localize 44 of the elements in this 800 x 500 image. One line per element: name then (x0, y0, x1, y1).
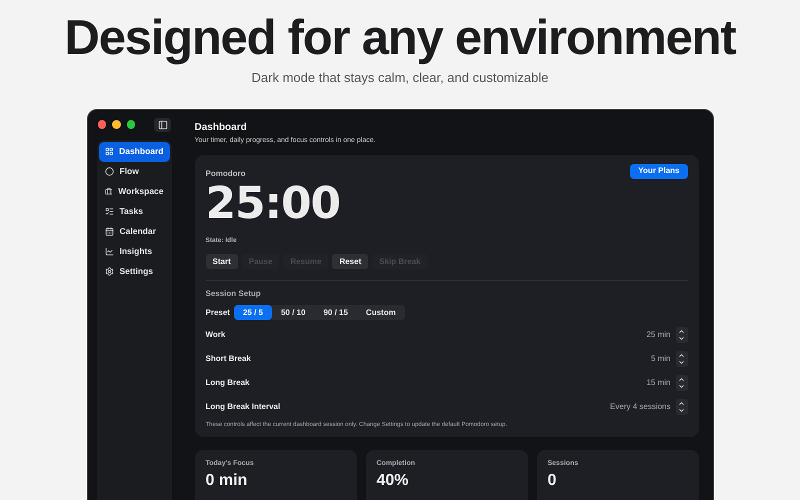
calendar-icon (104, 227, 114, 236)
preset-option[interactable]: Custom (356, 305, 405, 320)
setting-value: 25 min (646, 329, 670, 342)
sidebar-item[interactable]: Tasks (98, 202, 170, 222)
setting-value: 5 min (650, 353, 670, 366)
setting-label: Long Break (206, 377, 250, 390)
stepper-icon[interactable] (676, 375, 688, 392)
stat-value: 40% (376, 472, 410, 490)
section-title: Session Setup (206, 288, 262, 300)
stat-value: 0 min (206, 472, 248, 490)
setting-label: Work (206, 329, 226, 342)
setting-label: Short Break (206, 353, 251, 366)
setting-label: Long Break Interval (206, 401, 280, 414)
timer-display: 25:00 (206, 182, 342, 226)
stepper-icon[interactable] (676, 327, 688, 344)
setting-value: Every 4 sessions (610, 401, 670, 414)
sidebar-item[interactable]: Insights (98, 242, 170, 262)
line-chart-icon (104, 247, 114, 256)
timer-action-button[interactable]: Reset (332, 254, 368, 270)
timer-action-button[interactable]: Start (206, 254, 238, 270)
sidebar-item[interactable]: Flow (98, 162, 170, 182)
preset-option[interactable]: 50 / 10 (272, 305, 314, 320)
preset-option[interactable]: 25 / 5 (234, 305, 272, 320)
card-title: Pomodoro (206, 168, 246, 180)
preset-label: Preset (206, 306, 230, 319)
preset-option[interactable]: 90 / 15 (314, 305, 357, 320)
hero-title: Designed for any environment (64, 10, 736, 66)
settings-icon (104, 267, 114, 276)
sidebar-item[interactable]: Workspace (98, 182, 170, 202)
checklist-icon (104, 207, 114, 216)
hero-subtitle: Dark mode that stays calm, clear, and customizable (252, 69, 548, 87)
grid-icon (104, 147, 114, 156)
stepper-icon[interactable] (676, 399, 688, 416)
plans-button[interactable]: Your Plans (630, 164, 688, 178)
circle-icon (104, 167, 114, 176)
sidebar-item[interactable]: Settings (98, 262, 170, 282)
sidebar-item[interactable]: Dashboard (98, 142, 170, 162)
stat-value: 0 (548, 472, 558, 490)
sidebar-toggle-icon[interactable] (154, 118, 172, 132)
setting-value: 15 min (646, 377, 670, 390)
stepper-icon[interactable] (676, 351, 688, 368)
briefcase-icon (104, 187, 112, 196)
page-title: Dashboard (194, 120, 248, 134)
sidebar-item[interactable]: Calendar (98, 222, 170, 242)
